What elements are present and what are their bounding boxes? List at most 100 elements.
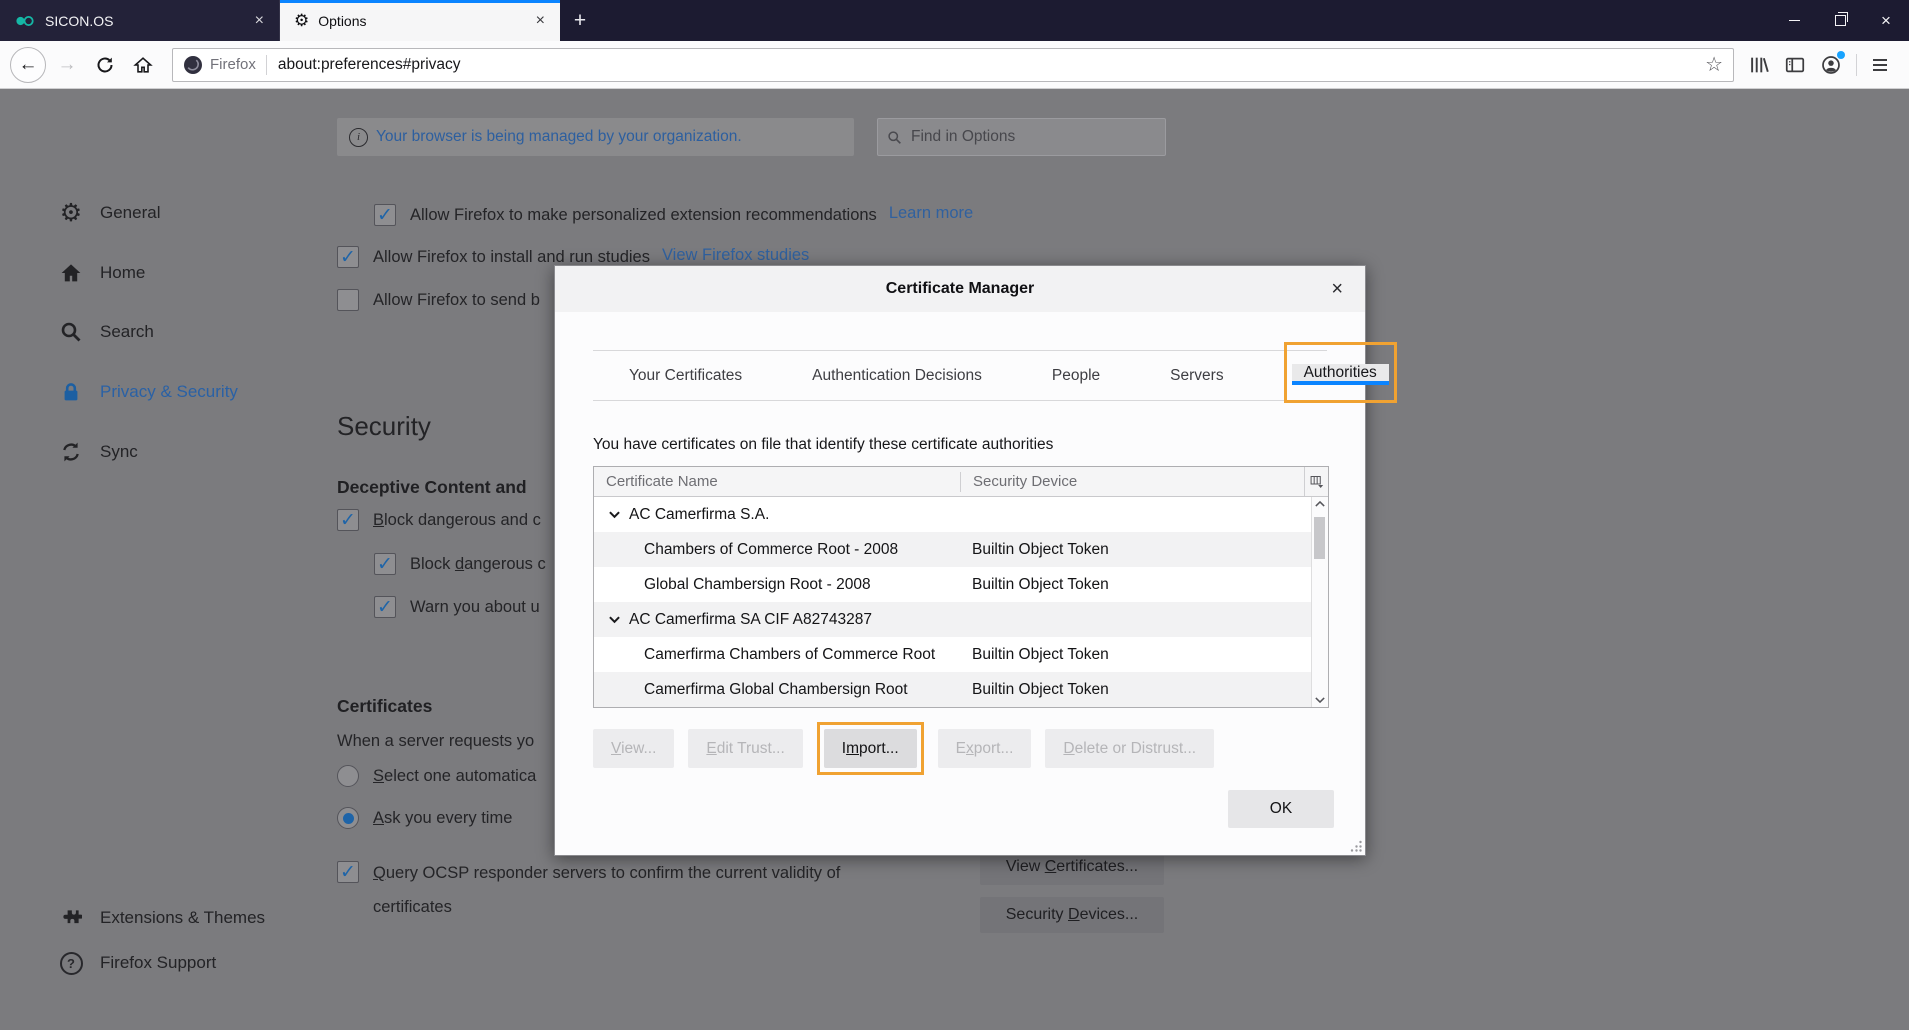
account-button[interactable] <box>1814 48 1848 82</box>
delete-or-distrust-button[interactable]: Delete or Distrust... <box>1045 729 1214 768</box>
tab-people[interactable]: People <box>1042 351 1110 400</box>
checkbox-unchecked[interactable] <box>337 289 359 311</box>
back-button[interactable]: ← <box>10 47 46 83</box>
reload-icon <box>96 56 114 74</box>
table-row[interactable]: Camerfirma Chambers of Commerce RootBuil… <box>594 637 1311 672</box>
sidebar-item-privacy-security[interactable]: Privacy & Security <box>58 370 238 414</box>
dialog-close-icon[interactable]: × <box>1325 276 1349 303</box>
certificate-name-cell: Chambers of Commerce Root - 2008 <box>594 541 960 559</box>
radio-unselected[interactable] <box>337 765 359 787</box>
radio-row-select-auto: Select one automatica <box>337 765 536 788</box>
table-row[interactable]: AC Camerfirma SA CIF A82743287 <box>594 602 1311 637</box>
info-icon: i <box>349 128 368 147</box>
browser-window: SICON.OS × ⚙ Options × + × ← → Firefox <box>0 0 1909 1030</box>
find-in-options-input[interactable] <box>909 127 1156 147</box>
view-button[interactable]: View... <box>593 729 674 768</box>
checkbox-checked[interactable]: ✓ <box>374 204 396 226</box>
account-notification-dot <box>1837 51 1845 59</box>
checkbox-checked[interactable]: ✓ <box>374 553 396 575</box>
authorities-highlight-box: Authorities <box>1284 342 1397 403</box>
menu-button[interactable] <box>1863 48 1897 82</box>
titlebar-spacer <box>600 0 1771 41</box>
checkbox-checked[interactable]: ✓ <box>337 861 359 883</box>
window-restore-button[interactable] <box>1817 0 1863 41</box>
sidebar-item-home[interactable]: Home <box>58 251 145 295</box>
checkbox-label: Allow Firefox to send b <box>373 289 540 312</box>
managed-by-org-link[interactable]: Your browser is being managed by your or… <box>376 128 742 146</box>
edit-trust-button[interactable]: Edit Trust... <box>688 729 802 768</box>
hamburger-menu-icon <box>1870 55 1890 75</box>
library-button[interactable] <box>1742 48 1776 82</box>
url-separator <box>266 55 267 75</box>
scrollbar-thumb[interactable] <box>1314 517 1325 559</box>
sidebar-item-sync[interactable]: Sync <box>58 430 138 474</box>
radio-label: Select one automatica <box>373 765 536 788</box>
checkbox-label: Query OCSP responder servers to confirm … <box>373 856 913 924</box>
sidebar-item-general[interactable]: ⚙ General <box>58 191 160 235</box>
learn-more-link[interactable]: Learn more <box>889 204 973 223</box>
checkbox-checked[interactable]: ✓ <box>337 246 359 268</box>
find-in-options-box[interactable] <box>877 118 1166 156</box>
checkbox-label: Allow Firefox to make personalized exten… <box>410 204 877 227</box>
url-text[interactable]: about:preferences#privacy <box>278 56 1697 74</box>
tab-sicon-os[interactable]: SICON.OS × <box>0 0 280 41</box>
scroll-up-icon[interactable] <box>1312 499 1328 509</box>
table-scrollbar[interactable] <box>1311 497 1328 707</box>
tab-options[interactable]: ⚙ Options × <box>280 0 560 41</box>
home-icon <box>58 260 84 286</box>
checkbox-checked[interactable]: ✓ <box>374 596 396 618</box>
table-row[interactable]: AC Camerfirma S.A. <box>594 497 1311 532</box>
sidebar-item-search[interactable]: Search <box>58 310 154 354</box>
library-icon <box>1748 54 1770 76</box>
bookmark-star-icon[interactable]: ☆ <box>1705 52 1723 77</box>
certificate-name-cell: AC Camerfirma SA CIF A82743287 <box>594 611 960 629</box>
checkbox-checked[interactable]: ✓ <box>337 509 359 531</box>
window-minimize-button[interactable] <box>1771 0 1817 41</box>
sidebar-item-firefox-support[interactable]: ? Firefox Support <box>58 941 216 985</box>
gear-icon: ⚙ <box>58 200 84 226</box>
page-content-dimmed: ⚙ General Home Search Privacy & Security <box>0 89 1909 1030</box>
view-studies-link[interactable]: View Firefox studies <box>662 246 809 265</box>
tab-authentication-decisions[interactable]: Authentication Decisions <box>802 351 992 400</box>
table-row[interactable]: Chambers of Commerce Root - 2008Builtin … <box>594 532 1311 567</box>
tab-your-certificates[interactable]: Your Certificates <box>619 351 752 400</box>
tab-servers[interactable]: Servers <box>1160 351 1233 400</box>
sync-icon <box>58 439 84 465</box>
column-picker-button[interactable] <box>1304 467 1328 496</box>
table-row[interactable]: Global Chambersign Root - 2008Builtin Ob… <box>594 567 1311 602</box>
column-header-certificate-name[interactable]: Certificate Name <box>594 473 960 490</box>
export-button[interactable]: Export... <box>938 729 1032 768</box>
radio-selected[interactable] <box>337 807 359 829</box>
home-button[interactable] <box>126 48 160 82</box>
checkbox-row-ocsp: ✓ Query OCSP responder servers to confir… <box>337 861 913 924</box>
button-label: View... <box>611 740 656 758</box>
import-button[interactable]: Import... <box>824 729 917 768</box>
sidebar-item-extensions-themes[interactable]: Extensions & Themes <box>58 896 265 940</box>
url-bar[interactable]: Firefox about:preferences#privacy ☆ <box>172 48 1734 82</box>
new-tab-button[interactable]: + <box>560 0 600 41</box>
window-close-button[interactable]: × <box>1863 0 1909 41</box>
chevron-down-icon[interactable] <box>608 509 621 520</box>
import-highlight-box: Import... <box>817 722 924 775</box>
forward-button[interactable]: → <box>50 48 84 82</box>
security-device-cell: Builtin Object Token <box>960 576 1311 594</box>
scroll-down-icon[interactable] <box>1312 695 1328 705</box>
certificate-manager-dialog: Certificate Manager × Your Certificates … <box>554 265 1366 856</box>
tab-close-icon[interactable]: × <box>531 11 550 31</box>
tab-close-icon[interactable]: × <box>250 11 269 31</box>
button-label: View Certificates... <box>1006 858 1138 876</box>
tab-authorities[interactable]: Authorities <box>1292 364 1389 385</box>
chevron-down-icon[interactable] <box>608 614 621 625</box>
ok-button[interactable]: OK <box>1228 790 1334 828</box>
options-favicon-gear-icon: ⚙ <box>294 12 309 29</box>
forward-arrow-icon: → <box>58 55 77 74</box>
sidebars-button[interactable] <box>1778 48 1812 82</box>
managed-by-org-banner: i Your browser is being managed by your … <box>337 118 854 156</box>
security-devices-button[interactable]: Security Devices... <box>980 897 1164 933</box>
resize-grip-icon[interactable] <box>1349 839 1363 853</box>
column-header-security-device[interactable]: Security Device <box>961 473 1304 490</box>
table-row[interactable]: Camerfirma Global Chambersign RootBuilti… <box>594 672 1311 707</box>
firefox-logo-icon <box>183 55 203 75</box>
reload-button[interactable] <box>88 48 122 82</box>
sidebar-item-label: Extensions & Themes <box>100 908 265 928</box>
